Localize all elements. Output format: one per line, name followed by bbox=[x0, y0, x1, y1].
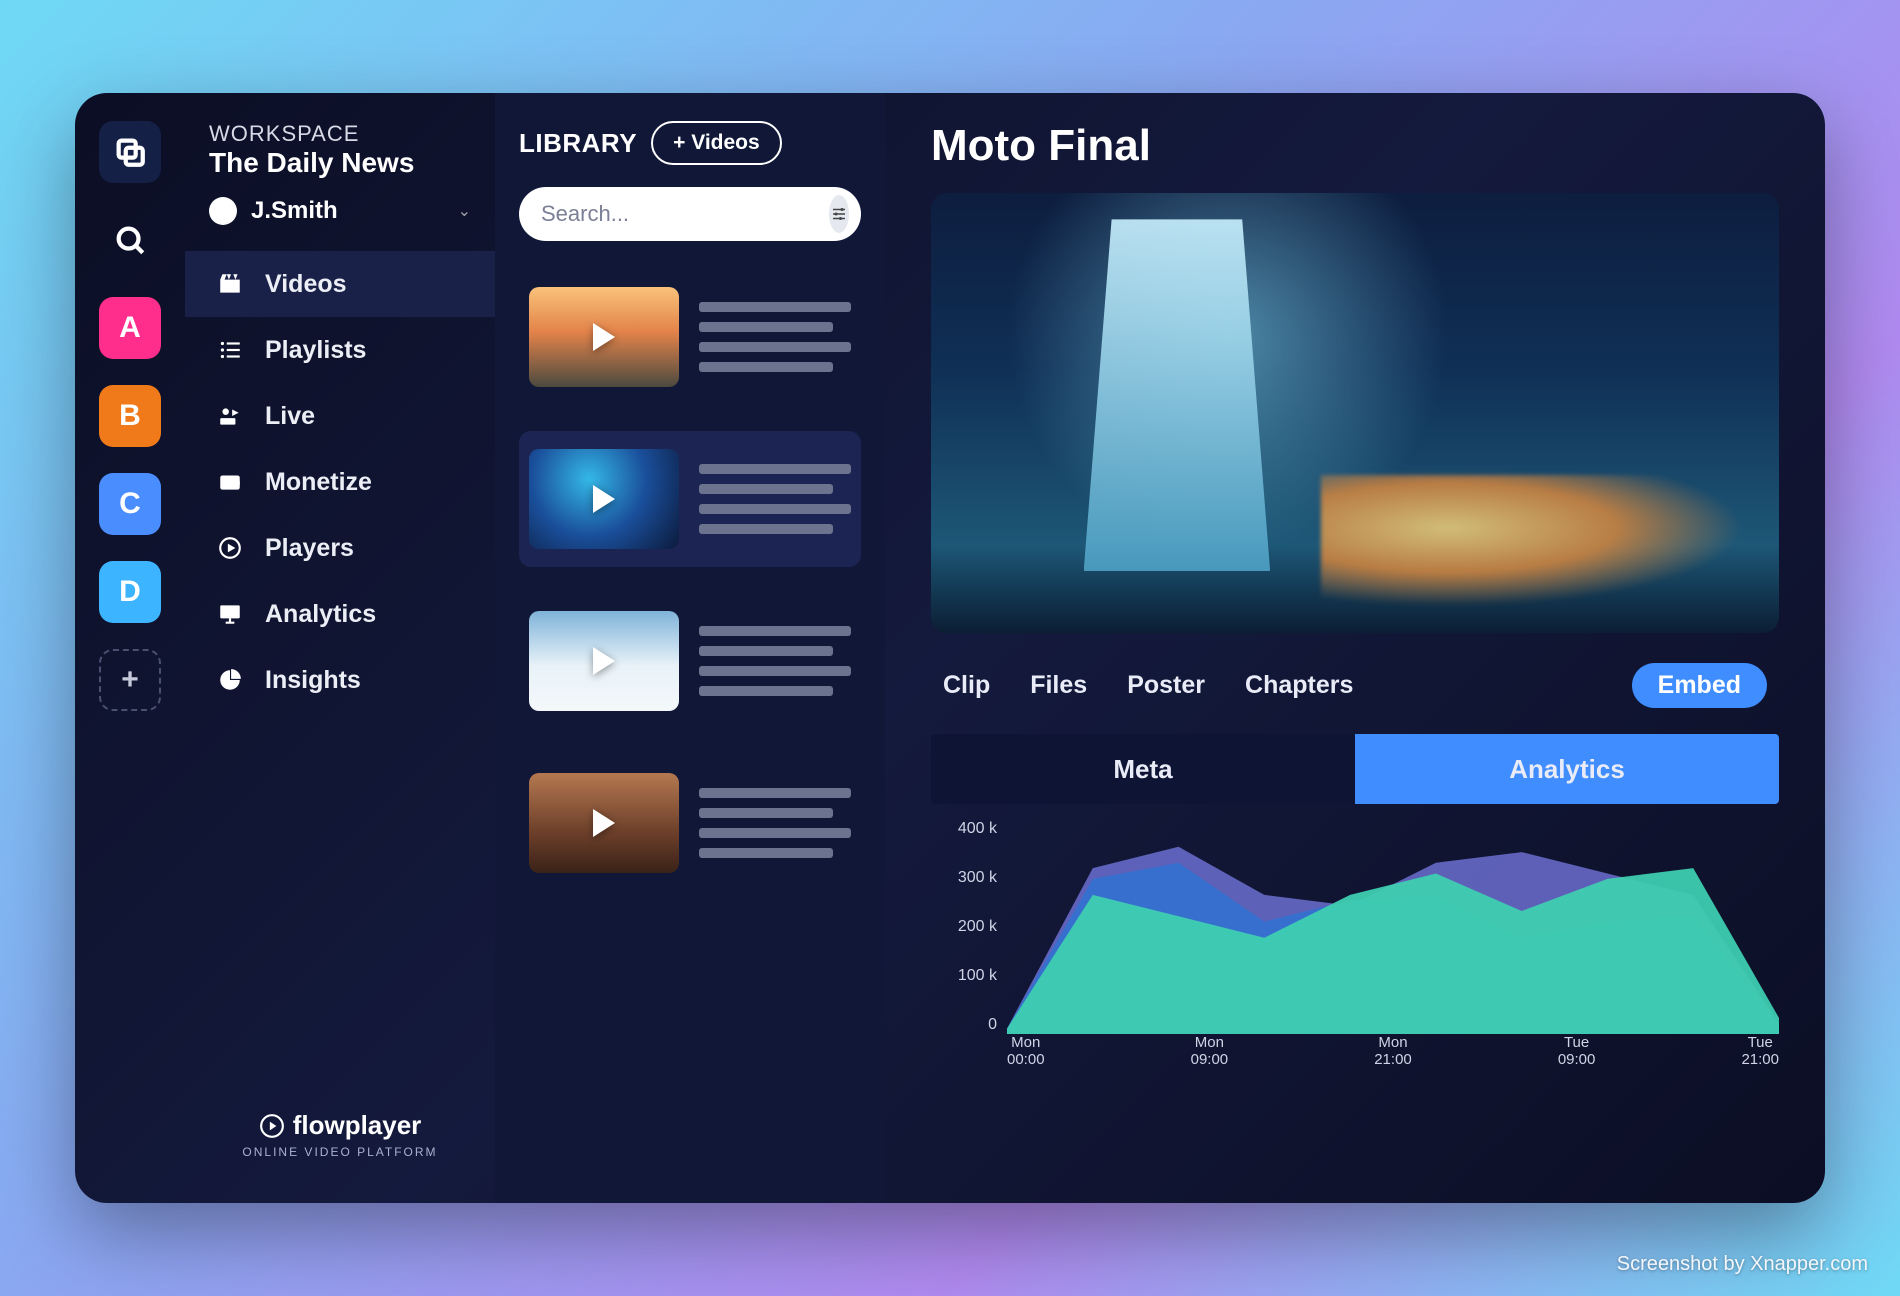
icon-rail: A B C D + bbox=[75, 93, 185, 1203]
subtab-meta[interactable]: Meta bbox=[931, 734, 1355, 804]
nav-label: Live bbox=[265, 402, 315, 431]
library-panel: LIBRARY + Videos bbox=[495, 93, 885, 1203]
add-videos-button[interactable]: + Videos bbox=[651, 121, 782, 165]
play-circle-icon bbox=[215, 533, 245, 563]
tab-poster[interactable]: Poster bbox=[1127, 671, 1205, 700]
brand-name: flowplayer bbox=[293, 1110, 422, 1141]
nav-videos[interactable]: Videos bbox=[185, 251, 495, 317]
library-item[interactable] bbox=[519, 431, 861, 567]
nav: Videos Playlists Live Monetize bbox=[185, 251, 495, 713]
nav-label: Players bbox=[265, 534, 354, 563]
chevron-down-icon: ⌄ bbox=[458, 201, 471, 221]
nav-monetize[interactable]: Monetize bbox=[185, 449, 495, 515]
presentation-icon bbox=[215, 599, 245, 629]
detail-title: Moto Final bbox=[931, 121, 1779, 171]
nav-label: Insights bbox=[265, 666, 361, 695]
play-icon bbox=[593, 485, 615, 513]
rail-search-icon[interactable] bbox=[99, 209, 161, 271]
rail-item-a[interactable]: A bbox=[99, 297, 161, 359]
rail-item-d[interactable]: D bbox=[99, 561, 161, 623]
analytics-chart: 400 k300 k200 k100 k0 Mon00:00Mon09:00Mo… bbox=[931, 820, 1779, 1070]
rail-item-c[interactable]: C bbox=[99, 473, 161, 535]
rail-item-b[interactable]: B bbox=[99, 385, 161, 447]
detail-panel: Moto Final Clip Files Poster Chapters Em… bbox=[885, 93, 1825, 1203]
chart-y-axis: 400 k300 k200 k100 k0 bbox=[931, 820, 997, 1034]
user-name: J.Smith bbox=[251, 197, 444, 225]
nav-playlists[interactable]: Playlists bbox=[185, 317, 495, 383]
play-icon bbox=[593, 809, 615, 837]
video-thumbnail bbox=[529, 773, 679, 873]
search-input[interactable] bbox=[541, 201, 829, 227]
brand: flowplayer ONLINE VIDEO PLATFORM bbox=[185, 1086, 495, 1183]
nav-label: Analytics bbox=[265, 600, 376, 629]
placeholder-lines bbox=[699, 302, 851, 372]
app-window: A B C D + WORKSPACE The Daily News J.Smi… bbox=[75, 93, 1825, 1203]
nav-label: Playlists bbox=[265, 336, 366, 365]
library-item[interactable] bbox=[519, 269, 861, 405]
list-icon bbox=[215, 335, 245, 365]
wallet-icon bbox=[215, 467, 245, 497]
sidebar: WORKSPACE The Daily News J.Smith ⌄ Video… bbox=[185, 93, 495, 1203]
video-thumbnail bbox=[529, 449, 679, 549]
search-wrap bbox=[519, 187, 861, 241]
tab-embed[interactable]: Embed bbox=[1632, 663, 1767, 708]
placeholder-lines bbox=[699, 626, 851, 696]
video-thumbnail bbox=[529, 287, 679, 387]
user-picker[interactable]: J.Smith ⌄ bbox=[185, 189, 495, 251]
library-item[interactable] bbox=[519, 755, 861, 891]
tab-clip[interactable]: Clip bbox=[943, 671, 990, 700]
library-title: LIBRARY bbox=[519, 128, 637, 159]
rail-windows-icon[interactable] bbox=[99, 121, 161, 183]
nav-players[interactable]: Players bbox=[185, 515, 495, 581]
brand-play-icon bbox=[259, 1113, 285, 1139]
workspace-name: The Daily News bbox=[185, 147, 495, 189]
workspace-label: WORKSPACE bbox=[185, 121, 495, 147]
nav-label: Monetize bbox=[265, 468, 372, 497]
rail-add-button[interactable]: + bbox=[99, 649, 161, 711]
avatar bbox=[209, 197, 237, 225]
tab-files[interactable]: Files bbox=[1030, 671, 1087, 700]
brand-tagline: ONLINE VIDEO PLATFORM bbox=[209, 1145, 471, 1159]
play-icon bbox=[593, 647, 615, 675]
video-thumbnail bbox=[529, 611, 679, 711]
detail-tabs: Clip Files Poster Chapters Embed bbox=[931, 657, 1779, 734]
nav-insights[interactable]: Insights bbox=[185, 647, 495, 713]
screenshot-credit: Screenshot by Xnapper.com bbox=[1617, 1253, 1868, 1276]
live-icon bbox=[215, 401, 245, 431]
pie-chart-icon bbox=[215, 665, 245, 695]
filter-button[interactable] bbox=[829, 195, 849, 233]
placeholder-lines bbox=[699, 464, 851, 534]
sliders-icon bbox=[830, 205, 848, 223]
chart-plot bbox=[1007, 820, 1779, 1034]
nav-label: Videos bbox=[265, 270, 347, 299]
video-preview[interactable] bbox=[931, 193, 1779, 633]
play-icon bbox=[593, 323, 615, 351]
sub-tabs: Meta Analytics bbox=[931, 734, 1779, 804]
tab-chapters[interactable]: Chapters bbox=[1245, 671, 1353, 700]
subtab-analytics[interactable]: Analytics bbox=[1355, 734, 1779, 804]
placeholder-lines bbox=[699, 788, 851, 858]
nav-live[interactable]: Live bbox=[185, 383, 495, 449]
clapperboard-icon bbox=[215, 269, 245, 299]
library-item[interactable] bbox=[519, 593, 861, 729]
chart-x-axis: Mon00:00Mon09:00Mon21:00Tue09:00Tue21:00 bbox=[1007, 1034, 1779, 1070]
nav-analytics[interactable]: Analytics bbox=[185, 581, 495, 647]
library-list bbox=[519, 269, 861, 891]
